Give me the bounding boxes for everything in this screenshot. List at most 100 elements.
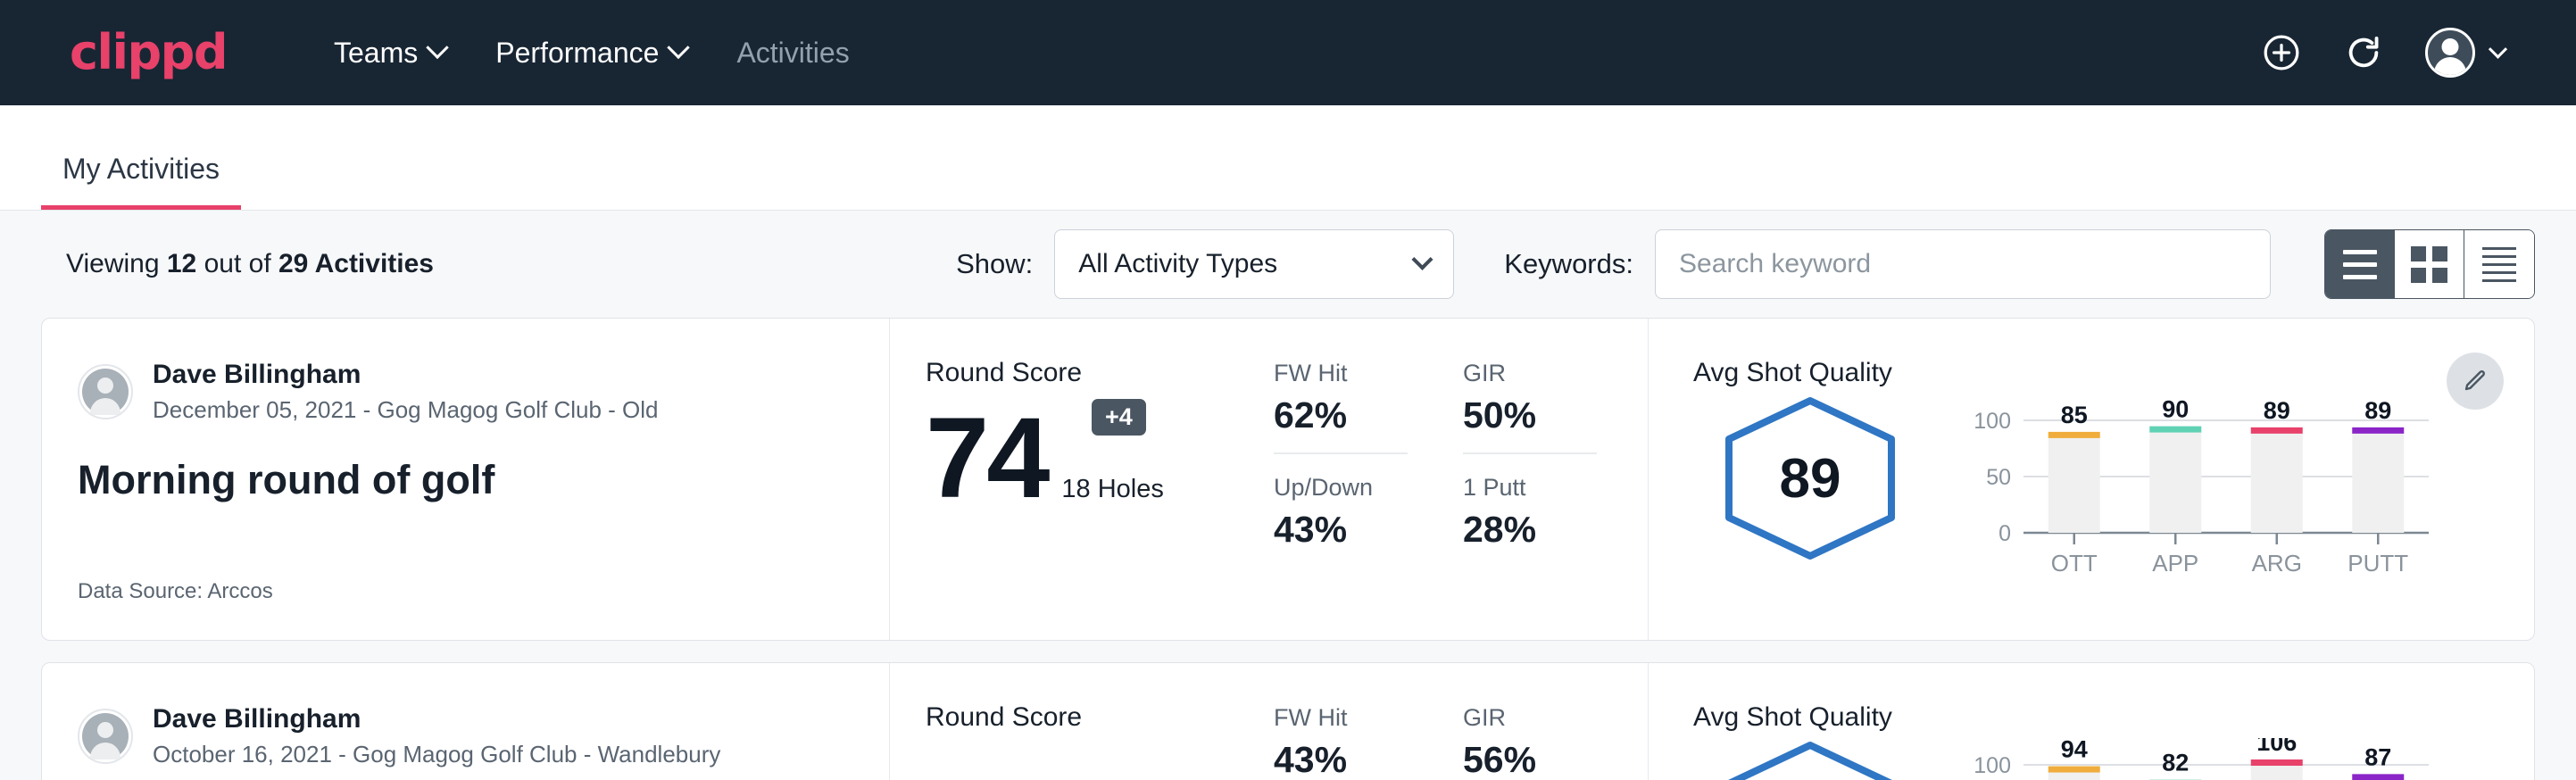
avg-shot-quality-label: Avg Shot Quality [1693,358,2498,388]
svg-text:OTT: OTT [2051,550,2098,572]
round-score-column: Round Score 74 +4 18 Holes FW Hit 62% GI… [890,319,1649,640]
svg-text:87: 87 [2364,743,2391,770]
grid-view-button[interactable] [2395,230,2464,298]
svg-text:94: 94 [2061,738,2088,763]
stat-label: 1 Putt [1463,474,1597,502]
refresh-icon[interactable] [2343,32,2384,73]
viewing-count: 12 [167,249,196,278]
stat-value: 28% [1463,509,1597,551]
detail-view-button[interactable] [2464,230,2534,298]
stat-fw-hit: FW Hit 43% [1274,704,1408,780]
svg-text:APP: APP [2152,550,2198,572]
svg-text:82: 82 [2162,750,2189,776]
score-to-par-badge: +4 [1092,399,1146,436]
user-circle-icon [2425,28,2475,78]
nav-item-performance-label: Performance [495,37,659,70]
activity-info-column: Dave Billingham October 16, 2021 - Gog M… [42,663,890,780]
round-stats-grid: FW Hit 43% GIR 56% [1274,702,1597,780]
user-row: Dave Billingham October 16, 2021 - Gog M… [78,702,853,769]
avg-shot-quality-column: Avg Shot Quality 05010094OTT82APP106ARG8… [1649,663,2534,780]
chevron-down-icon [1412,248,1433,270]
search-input[interactable] [1655,229,2271,299]
stat-label: FW Hit [1274,360,1408,387]
nav-actions [2261,28,2537,78]
account-avatar[interactable] [2425,28,2505,78]
stat-value: 62% [1274,394,1408,436]
stat-label: FW Hit [1274,704,1408,732]
viewing-prefix: Viewing [66,249,160,278]
svg-text:100: 100 [1974,753,2011,778]
round-score-value: 74 [926,404,1047,513]
viewing-middle: out of [204,249,271,278]
viewing-summary: Viewing 12 out of 29 Activities [66,249,434,279]
filter-controls: Show: All Activity Types Keywords: [956,229,2535,299]
tab-my-activities-label: My Activities [62,153,220,185]
avg-shot-quality-hexagon [1716,738,1904,780]
activity-type-select[interactable]: All Activity Types [1054,229,1454,299]
chevron-down-icon [668,37,690,59]
top-navigation-bar: clippd Teams Performance Activities [0,0,2576,105]
activity-card[interactable]: Dave Billingham December 05, 2021 - Gog … [41,318,2535,641]
shot-quality-bar-chart: 05010094OTT82APP106ARG87PUTT [1959,738,2441,780]
avg-shot-quality-value: 89 [1716,394,1904,563]
list-view-button[interactable] [2325,230,2395,298]
round-score-block: Round Score 74 +4 18 Holes [926,358,1274,604]
svg-text:89: 89 [2364,397,2391,424]
svg-text:ARG: ARG [2252,550,2302,572]
avatar [78,709,133,764]
user-name: Dave Billingham [153,358,659,392]
avatar [78,364,133,419]
chevron-down-icon [2489,39,2507,58]
avg-shot-quality-value [1716,738,1904,780]
svg-text:85: 85 [2061,402,2088,428]
round-score-column: Round Score FW Hit 43% GIR 56% [890,663,1649,780]
stat-value: 43% [1274,509,1408,551]
activity-info-column: Dave Billingham December 05, 2021 - Gog … [42,319,890,640]
tab-my-activities[interactable]: My Activities [41,153,241,210]
nav-item-teams-label: Teams [334,37,418,70]
activity-title: Morning round of golf [78,457,853,503]
stat-value: 56% [1463,739,1597,780]
stat-gir: GIR 50% [1463,360,1597,454]
edit-activity-button[interactable] [2447,353,2504,410]
round-score-label: Round Score [926,702,1274,733]
stat-label: Up/Down [1274,474,1408,502]
stat-one-putt: 1 Putt 28% [1463,474,1597,560]
grid-icon [2411,246,2447,283]
svg-text:50: 50 [1986,465,2011,490]
avg-shot-quality-hexagon: 89 [1716,394,1904,563]
stat-up-down: Up/Down 43% [1274,474,1408,560]
main-nav-items: Teams Performance Activities [309,28,875,79]
stat-label: GIR [1463,360,1597,387]
svg-text:106: 106 [2256,738,2297,756]
stat-value: 43% [1274,739,1408,780]
list-icon [2343,250,2377,279]
activity-card[interactable]: Dave Billingham October 16, 2021 - Gog M… [41,662,2535,780]
show-label: Show: [956,248,1033,280]
filter-bar: Viewing 12 out of 29 Activities Show: Al… [0,211,2576,318]
stat-gir: GIR 56% [1463,704,1597,780]
activity-meta: October 16, 2021 - Gog Magog Golf Club -… [153,740,720,770]
chevron-down-icon [427,37,449,59]
round-score-block: Round Score [926,702,1274,780]
nav-item-performance[interactable]: Performance [470,28,711,79]
stat-value: 50% [1463,394,1597,436]
stat-fw-hit: FW Hit 62% [1274,360,1408,454]
pencil-icon [2462,368,2489,394]
activity-card-list: Dave Billingham December 05, 2021 - Gog … [0,318,2576,780]
activity-meta: December 05, 2021 - Gog Magog Golf Club … [153,395,659,426]
avg-shot-quality-label: Avg Shot Quality [1693,702,2498,733]
nav-item-teams[interactable]: Teams [309,28,470,79]
nav-item-activities[interactable]: Activities [711,28,874,79]
clippd-logo[interactable]: clippd [70,29,227,77]
round-score-label: Round Score [926,358,1274,388]
user-name: Dave Billingham [153,702,720,736]
keywords-label: Keywords: [1504,248,1633,280]
user-row: Dave Billingham December 05, 2021 - Gog … [78,358,853,425]
holes-label: 18 Holes [1061,475,1163,513]
svg-text:PUTT: PUTT [2347,550,2408,572]
round-stats-grid: FW Hit 62% GIR 50% Up/Down 43% 1 Putt 28… [1274,358,1597,604]
add-icon[interactable] [2261,32,2302,73]
viewing-total: 29 Activities [278,249,434,278]
nav-item-activities-label: Activities [736,37,849,70]
